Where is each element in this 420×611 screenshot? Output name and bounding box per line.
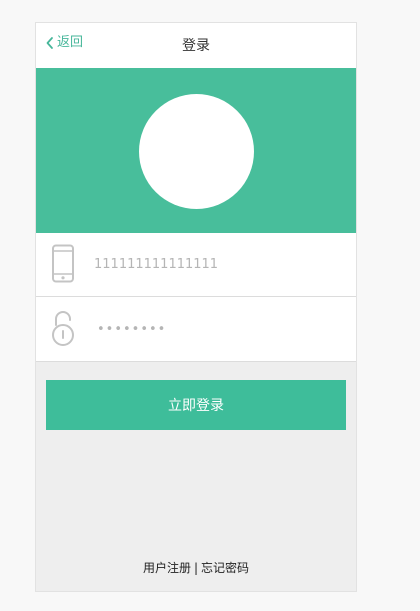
link-separator: | [193,561,199,575]
forgot-password-link[interactable]: 忘记密码 [201,561,249,575]
footer-links: 用户注册 | 忘记密码 [36,560,356,576]
password-input[interactable] [97,318,337,340]
avatar [139,94,254,209]
register-link[interactable]: 用户注册 [143,561,191,575]
login-button[interactable]: 立即登录 [46,380,346,430]
header-bar: 返回 登录 [36,23,356,68]
page-title: 登录 [182,38,210,54]
unlocked-padlock-icon [52,311,74,346]
phone-field [36,233,356,297]
mobile-phone-icon [52,244,74,283]
password-field [36,297,356,362]
avatar-banner [36,68,356,233]
login-screen: 返回 登录 立即登录 用户注册|忘记密码 [35,22,357,592]
phone-input[interactable] [94,253,334,275]
